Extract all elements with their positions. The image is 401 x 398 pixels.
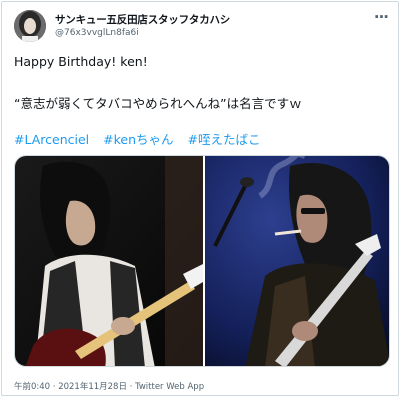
hashtag-link[interactable]: #LArcenciel [14,132,89,147]
hashtag-link[interactable]: #kenちゃん [103,132,173,147]
hashtag-list: #LArcenciel #kenちゃん #咥えたばこ [14,129,275,148]
display-name[interactable]: サンキュー五反田店スタッフタカハシ [55,12,230,27]
tweet-text-line: Happy Birthday! ken! [14,54,148,69]
media-grid [14,155,390,367]
hashtag-link[interactable]: #咥えたばこ [188,132,261,147]
user-handle[interactable]: @76x3vvglLn8fa6i [55,28,139,38]
tweet-text-line: “意志が弱くてタバコやめられへんね”は名言ですｗ [14,96,302,111]
tweet-meta[interactable]: 午前0:40 · 2021年11月28日 · Twitter Web App [14,380,204,392]
more-horizontal-icon[interactable]: ··· [374,8,389,26]
photo-guitarist-left[interactable] [15,156,203,366]
avatar[interactable] [14,10,46,42]
tweet-card: サンキュー五反田店スタッフタカハシ @76x3vvglLn8fa6i ··· H… [1,1,399,396]
photo-guitarist-right[interactable] [205,156,389,366]
